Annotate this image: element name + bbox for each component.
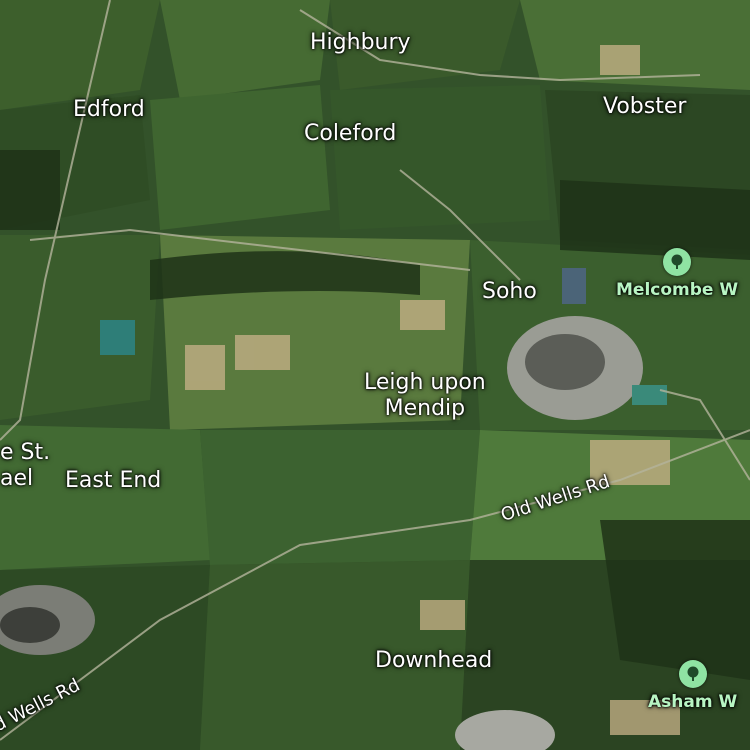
town-label-west-partial-line2: ael xyxy=(0,466,34,492)
town-label-downhead[interactable]: Downhead xyxy=(375,648,492,674)
town-label-leigh-line2: Mendip xyxy=(384,396,466,422)
town-label-soho[interactable]: Soho xyxy=(482,279,537,305)
town-label-east-end[interactable]: East End xyxy=(65,468,161,494)
town-label-leigh-upon-mendip[interactable]: Leigh upon Mendip xyxy=(364,370,486,423)
poi-melcombe[interactable]: Melcombe W xyxy=(616,248,738,300)
town-label-highbury[interactable]: Highbury xyxy=(310,30,411,56)
town-label-west-partial-line1: e St. xyxy=(0,440,51,465)
poi-asham[interactable]: Asham W xyxy=(648,660,737,712)
town-label-west-partial[interactable]: e St. ael xyxy=(0,440,50,493)
tree-icon xyxy=(663,248,692,276)
poi-asham-label: Asham W xyxy=(648,692,738,712)
town-label-coleford[interactable]: Coleford xyxy=(304,121,396,147)
town-label-edford[interactable]: Edford xyxy=(73,97,145,123)
satellite-map[interactable]: Highbury Edford Coleford Vobster Soho Le… xyxy=(0,0,750,750)
town-label-leigh-line1: Leigh upon xyxy=(364,370,486,395)
poi-melcombe-label: Melcombe W xyxy=(616,280,739,300)
tree-icon xyxy=(678,660,707,688)
town-label-vobster[interactable]: Vobster xyxy=(603,94,686,120)
